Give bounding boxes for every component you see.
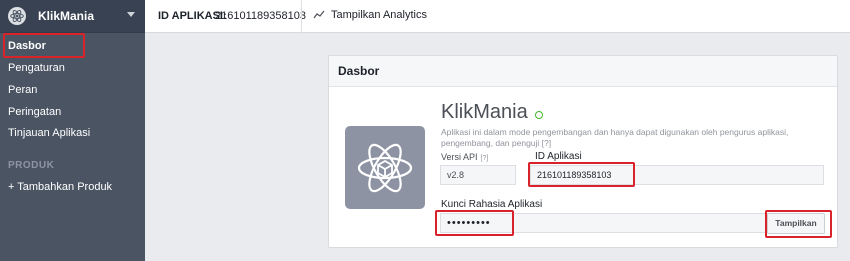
section-label-produk: PRODUK (8, 160, 55, 171)
help-link[interactable]: [?] (481, 155, 489, 162)
sidebar-item-pengaturan[interactable]: Pengaturan (0, 57, 145, 79)
add-product-link[interactable]: + Tambahkan Produk (0, 176, 145, 198)
analytics-link[interactable]: Tampilkan Analytics (313, 9, 427, 21)
app-switcher[interactable]: KlikMania (0, 0, 145, 33)
show-secret-button[interactable]: Tampilkan (767, 213, 825, 234)
app-title: KlikMania (441, 101, 528, 123)
atom-icon (8, 7, 26, 25)
trend-icon (313, 10, 325, 19)
top-bar: ID APLIKASI: 216101189358103 Tampilkan A… (145, 0, 850, 33)
atom-icon (357, 143, 413, 192)
divider (301, 0, 302, 33)
sidebar-item-dasbor[interactable]: Dasbor (0, 35, 145, 57)
app-secret-label: Kunci Rahasia Aplikasi (441, 199, 543, 210)
sidebar-item-peran[interactable]: Peran (0, 79, 145, 101)
api-version-label: Versi API [?] (441, 152, 488, 162)
sidebar-item-tinjauan-aplikasi[interactable]: Tinjauan Aplikasi (0, 122, 145, 144)
sidebar-item-peringatan[interactable]: Peringatan (0, 101, 145, 123)
panel-title: Dasbor (329, 56, 837, 87)
api-version-field: v2.8 (440, 165, 516, 185)
app-name: KlikMania (38, 9, 95, 23)
app-id-field-label: ID Aplikasi (535, 151, 582, 162)
app-icon (345, 126, 425, 209)
analytics-label: Tampilkan Analytics (331, 9, 427, 21)
api-version-label-text: Versi API (441, 152, 478, 162)
chevron-down-icon[interactable] (127, 12, 135, 17)
app-id-field: 216101189358103 (530, 165, 824, 185)
dashboard-panel: Dasbor KlikMania Aplikasi ini dalam mode… (328, 55, 838, 248)
status-indicator (535, 111, 543, 119)
app-id-value: 216101189358103 (215, 10, 306, 22)
app-description: Aplikasi ini dalam mode pengembangan dan… (441, 127, 789, 148)
sidebar: KlikMania Dasbor Pengaturan Peran Pering… (0, 0, 145, 261)
